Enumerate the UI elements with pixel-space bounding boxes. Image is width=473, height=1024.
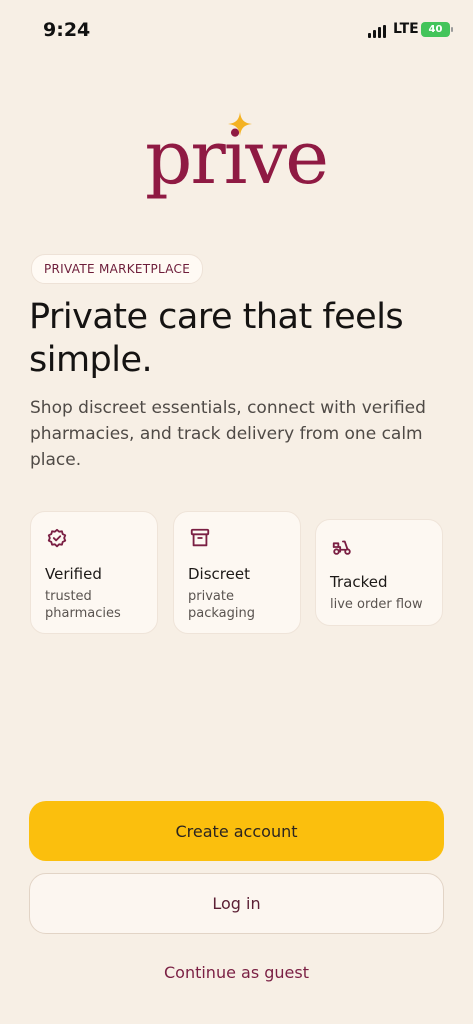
feature-title: Discreet (188, 565, 250, 583)
battery-icon: 40 (421, 22, 453, 37)
continue-as-guest-link[interactable]: Continue as guest (0, 963, 473, 982)
verified-badge-icon (47, 528, 67, 548)
battery-level: 40 (428, 24, 443, 35)
marketplace-badge: PRIVATE MARKETPLACE (31, 254, 204, 284)
feature-subtitle: live order flow (330, 597, 423, 612)
create-account-button[interactable]: Create account (29, 801, 444, 861)
feature-card-discreet: Discreet private packaging (173, 511, 301, 634)
feature-subtitle: private packaging (188, 589, 255, 621)
feature-title: Verified (45, 565, 102, 583)
brand-logo: prive (145, 112, 329, 212)
log-in-button[interactable]: Log in (29, 873, 444, 934)
feature-card-tracked: Tracked live order flow (315, 519, 443, 626)
feature-title: Tracked (330, 573, 388, 591)
signal-icon (368, 25, 388, 38)
brand-name: prive (145, 115, 329, 201)
page-headline: Private care that feels simple. (29, 297, 404, 380)
feature-card-verified: Verified trusted pharmacies (30, 511, 158, 634)
status-time: 9:24 (43, 19, 91, 41)
archive-box-icon (190, 528, 210, 547)
feature-subtitle: trusted pharmacies (45, 589, 121, 621)
status-bar: 9:24 LTE 40 (0, 0, 473, 60)
network-label: LTE (393, 21, 419, 37)
page-subtext: Shop discreet essentials, connect with v… (30, 398, 426, 470)
scooter-icon (332, 540, 351, 555)
